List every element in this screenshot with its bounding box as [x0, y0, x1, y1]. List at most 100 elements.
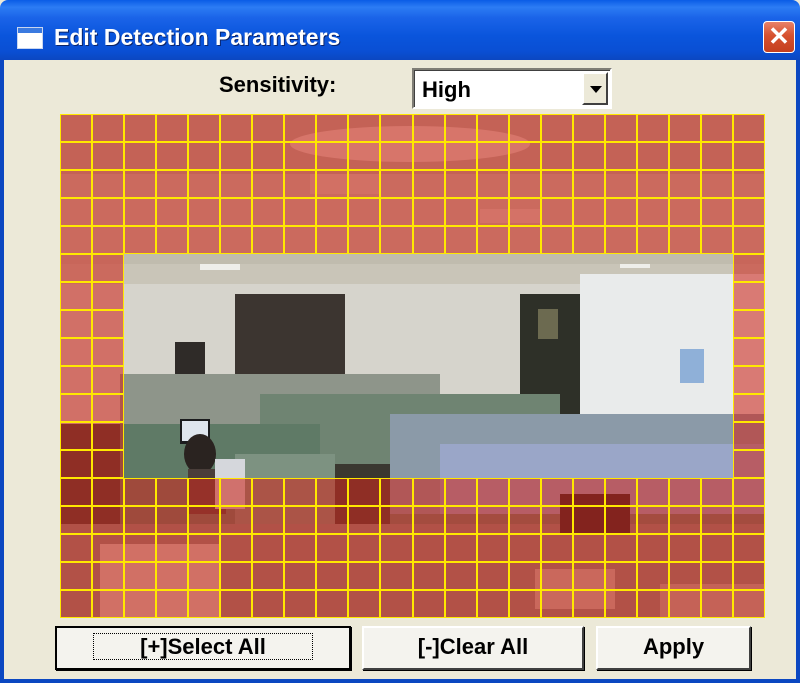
- grid-cell[interactable]: [380, 534, 413, 562]
- grid-cell[interactable]: [412, 226, 445, 254]
- grid-cell[interactable]: [92, 394, 125, 422]
- grid-cell[interactable]: [92, 254, 125, 282]
- grid-cell[interactable]: [668, 506, 701, 534]
- grid-cell[interactable]: [188, 478, 221, 506]
- grid-cell[interactable]: [60, 450, 93, 478]
- grid-cell[interactable]: [732, 562, 765, 590]
- grid-cell[interactable]: [316, 282, 348, 310]
- grid-cell[interactable]: [220, 478, 253, 506]
- grid-cell[interactable]: [348, 254, 380, 282]
- grid-cell[interactable]: [444, 534, 477, 562]
- grid-cell[interactable]: [444, 226, 477, 254]
- grid-cell[interactable]: [604, 590, 637, 618]
- grid-cell[interactable]: [444, 142, 477, 170]
- grid-cell[interactable]: [348, 534, 381, 562]
- grid-cell[interactable]: [637, 310, 669, 338]
- grid-cell[interactable]: [252, 394, 284, 422]
- grid-cell[interactable]: [476, 142, 509, 170]
- grid-cell[interactable]: [220, 394, 252, 422]
- grid-cell[interactable]: [701, 422, 733, 450]
- grid-cell[interactable]: [508, 170, 541, 198]
- grid-cell[interactable]: [540, 142, 573, 170]
- grid-cell[interactable]: [60, 534, 93, 562]
- grid-cell[interactable]: [124, 170, 157, 198]
- grid-cell[interactable]: [732, 422, 765, 450]
- grid-cell[interactable]: [284, 562, 317, 590]
- grid-cell[interactable]: [92, 282, 125, 310]
- grid-cell[interactable]: [220, 114, 253, 142]
- grid-cell[interactable]: [636, 142, 669, 170]
- grid-cell[interactable]: [156, 366, 188, 394]
- grid-cell[interactable]: [508, 478, 541, 506]
- grid-cell[interactable]: [348, 226, 381, 254]
- grid-cell[interactable]: [637, 366, 669, 394]
- grid-cell[interactable]: [220, 506, 253, 534]
- grid-cell[interactable]: [60, 142, 93, 170]
- grid-cell[interactable]: [156, 450, 188, 478]
- grid-cell[interactable]: [124, 366, 156, 394]
- grid-cell[interactable]: [637, 422, 669, 450]
- grid-cell[interactable]: [316, 590, 349, 618]
- grid-cell[interactable]: [668, 562, 701, 590]
- grid-cell[interactable]: [668, 142, 701, 170]
- grid-cell[interactable]: [380, 366, 412, 394]
- grid-cell[interactable]: [380, 394, 412, 422]
- grid-cell[interactable]: [124, 394, 156, 422]
- grid-cell[interactable]: [348, 366, 380, 394]
- grid-cell[interactable]: [188, 590, 221, 618]
- grid-cell[interactable]: [541, 338, 573, 366]
- grid-cell[interactable]: [445, 254, 477, 282]
- grid-cell[interactable]: [380, 170, 413, 198]
- grid-cell[interactable]: [156, 226, 189, 254]
- grid-cell[interactable]: [380, 142, 413, 170]
- grid-cell[interactable]: [156, 114, 189, 142]
- grid-cell[interactable]: [701, 282, 733, 310]
- grid-cell[interactable]: [700, 226, 733, 254]
- grid-cell[interactable]: [573, 254, 605, 282]
- grid-cell[interactable]: [220, 282, 252, 310]
- grid-cell[interactable]: [508, 114, 541, 142]
- grid-cell[interactable]: [605, 422, 637, 450]
- grid-cell[interactable]: [572, 170, 605, 198]
- grid-cell[interactable]: [477, 450, 509, 478]
- grid-cell[interactable]: [701, 310, 733, 338]
- grid-cell[interactable]: [572, 562, 605, 590]
- grid-cell[interactable]: [188, 422, 220, 450]
- grid-cell[interactable]: [604, 478, 637, 506]
- grid-cell[interactable]: [732, 590, 765, 618]
- grid-cell[interactable]: [348, 422, 380, 450]
- grid-cell[interactable]: [637, 254, 669, 282]
- grid-cell[interactable]: [60, 590, 93, 618]
- grid-cell[interactable]: [477, 338, 509, 366]
- grid-cell[interactable]: [60, 506, 93, 534]
- grid-cell[interactable]: [380, 562, 413, 590]
- grid-cell[interactable]: [541, 450, 573, 478]
- grid-cell[interactable]: [669, 394, 701, 422]
- grid-cell[interactable]: [284, 226, 317, 254]
- grid-cell[interactable]: [316, 506, 349, 534]
- grid-cell[interactable]: [252, 226, 285, 254]
- grid-cell[interactable]: [605, 366, 637, 394]
- grid-cell[interactable]: [540, 534, 573, 562]
- grid-cell[interactable]: [284, 478, 317, 506]
- grid-cell[interactable]: [412, 590, 445, 618]
- grid-cell[interactable]: [188, 226, 221, 254]
- grid-cell[interactable]: [477, 310, 509, 338]
- grid-cell[interactable]: [732, 226, 765, 254]
- grid-cell[interactable]: [316, 562, 349, 590]
- grid-cell[interactable]: [509, 310, 541, 338]
- grid-cell[interactable]: [636, 506, 669, 534]
- grid-cell[interactable]: [60, 338, 93, 366]
- grid-cell[interactable]: [284, 310, 316, 338]
- grid-cell[interactable]: [220, 338, 252, 366]
- grid-cell[interactable]: [508, 534, 541, 562]
- grid-cell[interactable]: [284, 198, 317, 226]
- grid-cell[interactable]: [156, 142, 189, 170]
- grid-cell[interactable]: [60, 366, 93, 394]
- grid-cell[interactable]: [92, 590, 125, 618]
- grid-cell[interactable]: [92, 534, 125, 562]
- grid-cell[interactable]: [508, 226, 541, 254]
- grid-cell[interactable]: [188, 366, 220, 394]
- grid-cell[interactable]: [316, 226, 349, 254]
- grid-cell[interactable]: [284, 422, 316, 450]
